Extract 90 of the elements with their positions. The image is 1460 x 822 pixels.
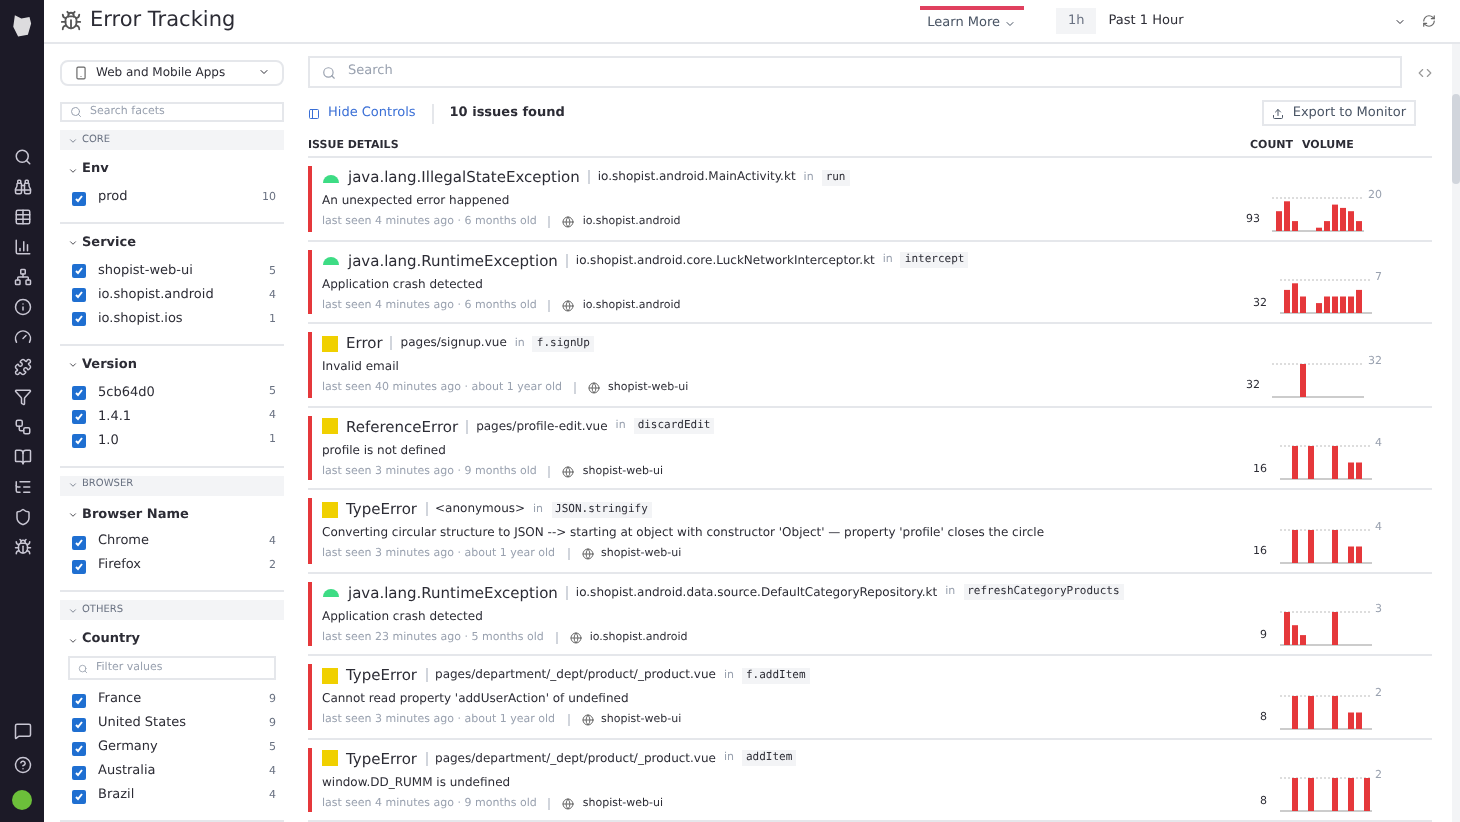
nav-icon[interactable]: [13, 418, 31, 436]
nav-icon[interactable]: [13, 298, 31, 316]
check-icon: [74, 719, 84, 729]
nav-icon[interactable]: [13, 268, 31, 286]
javascript-icon: [322, 418, 338, 435]
nav-icon[interactable]: [13, 238, 31, 256]
volume-sparkline: [1279, 606, 1371, 646]
javascript-icon: [322, 501, 338, 518]
chevron-icon: [68, 480, 78, 490]
nav-icon[interactable]: [13, 448, 31, 466]
volume-sparkline: [1272, 191, 1364, 231]
bug-icon: [60, 10, 82, 32]
user-avatar[interactable]: [12, 790, 32, 810]
nav-icon[interactable]: [13, 388, 31, 406]
app-icon: [74, 65, 88, 80]
check-icon: [74, 314, 84, 325]
check-icon: [74, 743, 84, 753]
caret-icon: [1394, 15, 1406, 27]
code-icon[interactable]: [1418, 65, 1432, 79]
chevron-icon: [68, 605, 78, 616]
page-title: Error Tracking: [90, 5, 236, 36]
service-icon: [562, 465, 575, 478]
service-icon: [562, 216, 575, 229]
caret-icon: [1004, 17, 1016, 29]
chevron-icon: [68, 635, 78, 646]
volume-sparkline: [1279, 440, 1371, 480]
check-icon: [74, 290, 84, 301]
nav-icon[interactable]: [13, 328, 31, 346]
nav-icon[interactable]: [13, 358, 31, 376]
javascript-icon: [322, 667, 338, 684]
service-icon: [562, 299, 575, 312]
check-icon: [74, 767, 84, 777]
check-icon: [74, 412, 84, 422]
checkbox[interactable]: [72, 312, 86, 327]
checkbox[interactable]: [72, 789, 86, 803]
nav-icon[interactable]: [13, 148, 31, 166]
check-icon: [74, 695, 84, 705]
javascript-icon: [322, 335, 338, 352]
checkbox[interactable]: [72, 288, 86, 303]
checkbox[interactable]: [72, 191, 86, 205]
nav-icon[interactable]: [13, 538, 31, 556]
service-icon: [569, 631, 582, 644]
android-icon: [322, 586, 340, 599]
service-icon: [581, 714, 594, 727]
chevron-icon: [68, 238, 78, 249]
check-icon: [74, 388, 84, 398]
chevron-icon: [68, 135, 78, 146]
checkbox[interactable]: [72, 765, 86, 779]
search-icon: [322, 65, 336, 79]
check-icon: [74, 561, 84, 572]
check-icon: [74, 791, 84, 801]
nav-icon[interactable]: [13, 478, 31, 496]
android-icon: [322, 171, 340, 184]
android-icon: [322, 254, 340, 267]
check-icon: [74, 537, 84, 548]
checkbox[interactable]: [72, 559, 86, 574]
search-icon: [78, 663, 88, 673]
nav-icon[interactable]: [13, 208, 31, 226]
checkbox[interactable]: [72, 741, 86, 755]
service-icon: [581, 548, 594, 561]
nav-icon[interactable]: [13, 178, 31, 196]
search-icon: [70, 105, 82, 118]
checkbox[interactable]: [72, 264, 86, 279]
refresh-icon[interactable]: [1422, 14, 1436, 28]
checkbox[interactable]: [72, 410, 86, 424]
chevron-icon: [68, 509, 78, 520]
service-icon: [562, 797, 575, 810]
help-icon[interactable]: [13, 756, 31, 774]
export-icon: [1272, 107, 1285, 120]
volume-sparkline: [1272, 357, 1364, 397]
check-icon: [74, 193, 84, 203]
check-icon: [74, 436, 84, 446]
volume-sparkline: [1279, 274, 1371, 314]
volume-sparkline: [1279, 689, 1371, 729]
checkbox[interactable]: [72, 434, 86, 448]
checkbox[interactable]: [72, 693, 86, 707]
panel-icon: [308, 107, 320, 120]
chat-icon[interactable]: [13, 722, 31, 740]
volume-sparkline: [1279, 523, 1371, 563]
checkbox[interactable]: [72, 535, 86, 550]
volume-sparkline: [1279, 772, 1371, 812]
service-icon: [588, 382, 601, 395]
nav-icon[interactable]: [13, 508, 31, 526]
chevron-icon: [68, 360, 78, 371]
caret-icon: [258, 66, 270, 79]
javascript-icon: [322, 750, 338, 767]
checkbox[interactable]: [72, 386, 86, 400]
chevron-icon: [68, 165, 78, 176]
check-icon: [74, 266, 84, 277]
checkbox[interactable]: [72, 717, 86, 731]
